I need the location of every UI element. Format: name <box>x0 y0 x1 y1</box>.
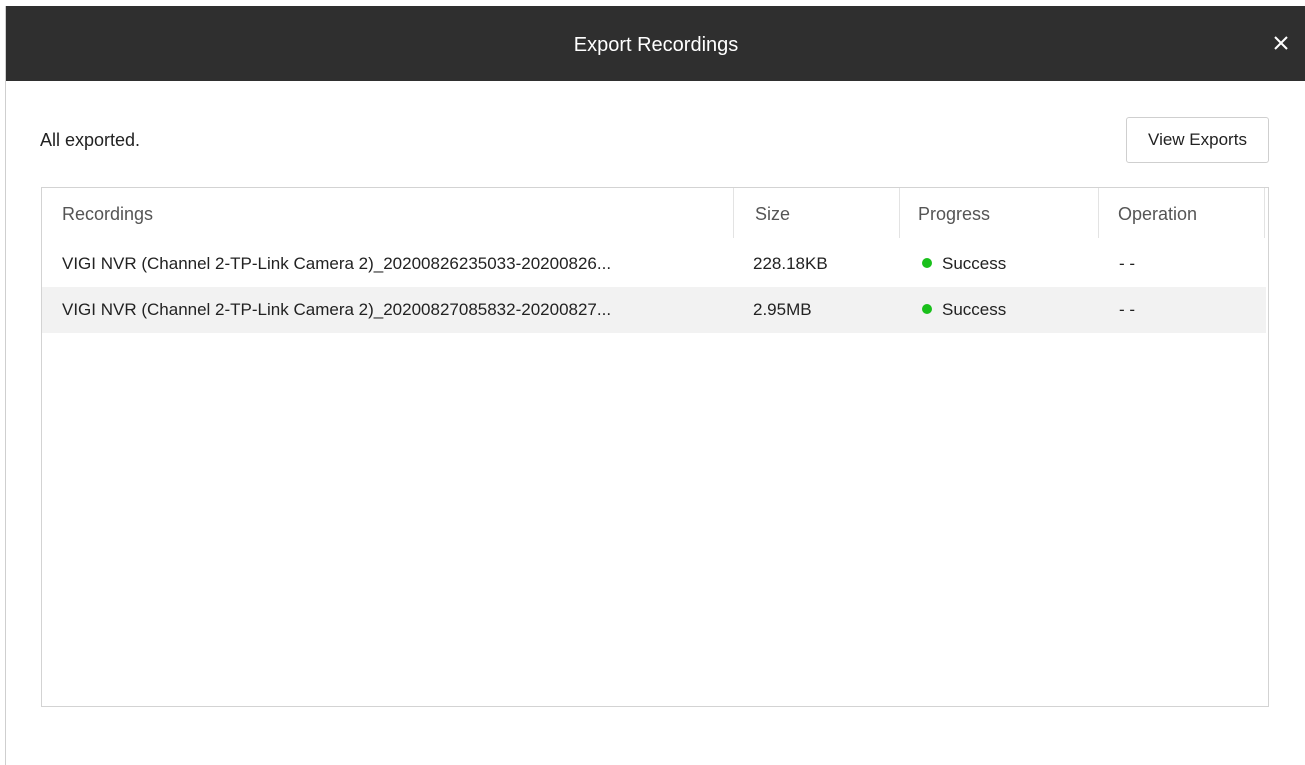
recording-size: 228.18KB <box>753 254 828 273</box>
success-dot-icon <box>922 303 932 314</box>
recording-name: VIGI NVR (Channel 2-TP-Link Camera 2)_20… <box>62 300 612 319</box>
table-row[interactable]: VIGI NVR (Channel 2-TP-Link Camera 2)_20… <box>42 287 1266 333</box>
recordings-table: Recordings Size Progress Operation VIGI … <box>41 187 1269 707</box>
column-divider[interactable] <box>733 188 734 238</box>
column-header-size[interactable]: Size <box>755 188 790 238</box>
column-header-progress[interactable]: Progress <box>918 188 990 238</box>
operation-value: - - <box>1119 300 1136 319</box>
progress-label: Success <box>942 254 1007 273</box>
column-divider[interactable] <box>899 188 900 238</box>
progress-label: Success <box>942 300 1007 319</box>
recording-name: VIGI NVR (Channel 2-TP-Link Camera 2)_20… <box>62 254 612 273</box>
operation-value: - - <box>1119 254 1136 273</box>
success-dot-icon <box>922 257 932 268</box>
dialog-title: Export Recordings <box>573 34 739 56</box>
progress-status: Success <box>922 241 1092 287</box>
column-divider[interactable] <box>1264 188 1265 238</box>
dialog-titlebar: Export Recordings <box>6 6 1305 81</box>
column-header-recordings[interactable]: Recordings <box>62 188 153 238</box>
column-header-operation[interactable]: Operation <box>1118 188 1197 238</box>
table-row[interactable]: VIGI NVR (Channel 2-TP-Link Camera 2)_20… <box>42 241 1266 287</box>
export-status-message: All exported. <box>40 130 141 150</box>
export-recordings-dialog: Export Recordings All exported. View Exp… <box>5 6 1305 765</box>
close-icon <box>1274 36 1288 50</box>
column-divider[interactable] <box>1098 188 1099 238</box>
table-header: Recordings Size Progress Operation <box>42 188 1268 238</box>
progress-status: Success <box>922 287 1092 333</box>
close-button[interactable] <box>1270 32 1292 54</box>
view-exports-button[interactable]: View Exports <box>1126 117 1269 163</box>
recording-size: 2.95MB <box>753 300 812 319</box>
